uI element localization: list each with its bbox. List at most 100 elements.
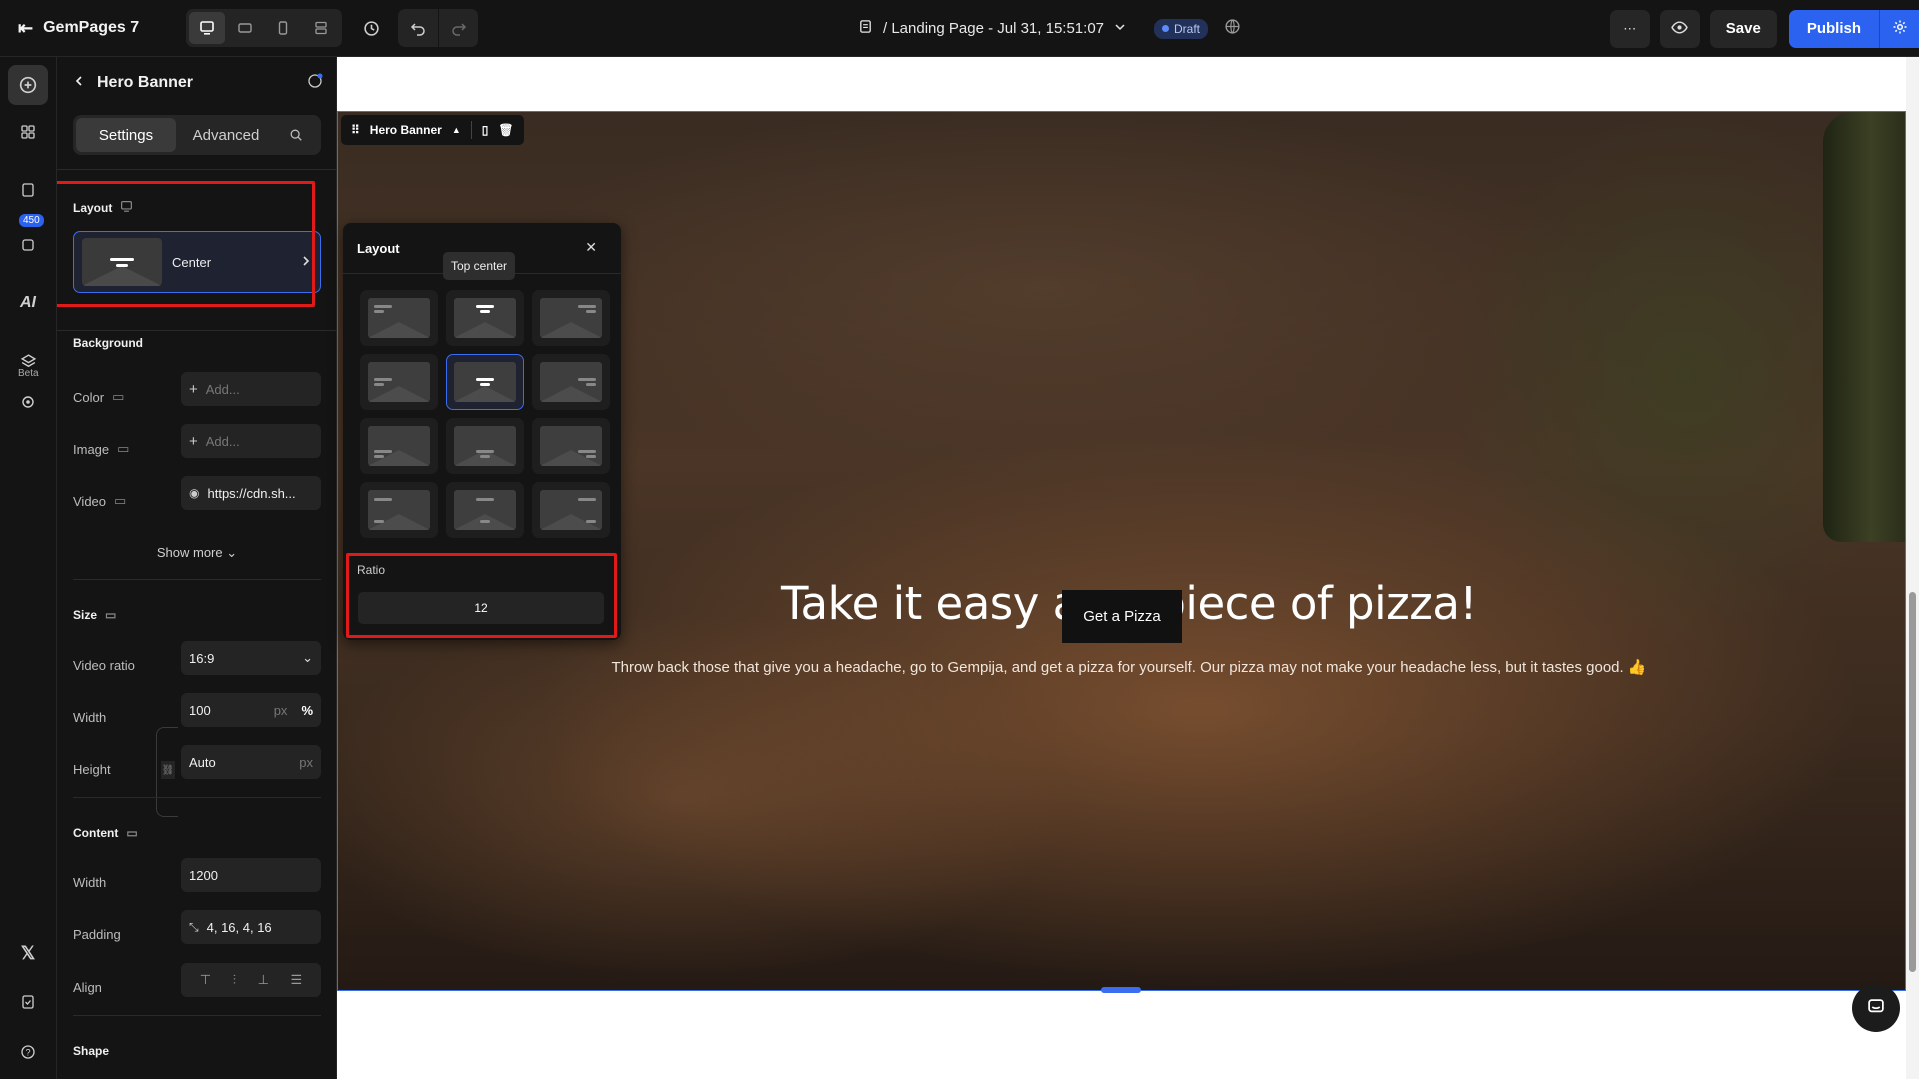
get-pizza-button[interactable]: Get a Pizza: [1062, 590, 1182, 643]
search-icon[interactable]: [276, 128, 316, 142]
chat-button[interactable]: [1852, 984, 1900, 1032]
ai-icon[interactable]: AI: [8, 283, 48, 323]
height-label: Height: [73, 762, 111, 777]
tab-settings[interactable]: Settings: [76, 118, 176, 152]
content-section-title: Content ▭: [73, 826, 138, 840]
layout-grid-icon[interactable]: [303, 12, 339, 44]
show-more-button[interactable]: Show more ⌄: [57, 545, 336, 561]
checklist-icon[interactable]: [8, 982, 48, 1022]
mobile-icon[interactable]: [265, 12, 301, 44]
sections-icon[interactable]: [8, 112, 48, 152]
caret-up-icon[interactable]: ▲: [452, 125, 461, 135]
redo-icon[interactable]: [438, 9, 478, 47]
color-label: Color ▭: [73, 389, 125, 405]
align-top-icon[interactable]: ⊤: [200, 972, 211, 988]
resize-handle[interactable]: [1101, 987, 1141, 993]
image-field[interactable]: + Add...: [181, 424, 321, 458]
size-section-title: Size ▭: [73, 608, 117, 622]
layout-option-middle-center[interactable]: [446, 354, 524, 410]
brand-kit-icon[interactable]: [8, 377, 48, 417]
eye-icon: [1671, 19, 1689, 39]
element-name[interactable]: Hero Banner: [370, 123, 442, 137]
width-input[interactable]: 100 px %: [181, 693, 321, 727]
status-dot: [1162, 25, 1170, 32]
highlight-box-layout: [57, 181, 315, 307]
panel-header: Hero Banner: [57, 57, 336, 109]
link-icon[interactable]: ⛓: [161, 761, 175, 779]
layout-option-bottom-left[interactable]: [360, 418, 438, 474]
align-bottom-icon[interactable]: ⊥: [258, 972, 269, 988]
separator: [470, 121, 472, 139]
brand-name: GemPages 7: [43, 19, 140, 36]
hero-subtitle[interactable]: Throw back those that give you a headach…: [338, 658, 1905, 676]
duplicate-icon[interactable]: ▯: [482, 123, 489, 137]
close-icon[interactable]: ✕: [585, 239, 597, 256]
popover-title: Layout: [357, 241, 400, 256]
divider: [73, 1015, 321, 1016]
video-ratio-label: Video ratio: [73, 658, 135, 673]
unit-percent[interactable]: %: [301, 703, 313, 718]
page-scrollbar[interactable]: [1906, 57, 1919, 1079]
x-logo-icon[interactable]: 𝕏: [8, 933, 48, 973]
trash-icon[interactable]: 🗑: [498, 123, 513, 137]
layout-option-top-right[interactable]: [532, 290, 610, 346]
align-middle-icon[interactable]: ⫶: [233, 972, 236, 988]
color-field[interactable]: + Add...: [181, 372, 321, 406]
scrollbar-thumb[interactable]: [1909, 592, 1916, 972]
globe-icon[interactable]: [1224, 18, 1241, 39]
layout-option-top-center[interactable]: [446, 290, 524, 346]
chat-icon: [1866, 997, 1886, 1020]
undo-icon[interactable]: [398, 9, 438, 47]
exit-icon[interactable]: ⇤: [18, 18, 33, 39]
layout-option-middle-left[interactable]: [360, 354, 438, 410]
publish-settings-button[interactable]: [1879, 9, 1919, 48]
status-badge: Draft: [1154, 18, 1209, 39]
add-element-icon[interactable]: [8, 65, 48, 105]
video-ratio-select[interactable]: 16:9 ⌄: [181, 641, 321, 675]
apps-icon[interactable]: [8, 216, 48, 256]
image-label: Image ▭: [73, 441, 130, 457]
help-icon[interactable]: ?: [8, 1032, 48, 1072]
desktop-icon: ▭: [112, 389, 125, 404]
panel-tabs: Settings Advanced: [73, 115, 321, 155]
laptop-icon[interactable]: [227, 12, 263, 44]
layout-option-bottom-center[interactable]: [446, 418, 524, 474]
plus-icon: +: [189, 432, 198, 450]
desktop-icon: ▭: [114, 493, 127, 508]
page-selector[interactable]: / Landing Page - Jul 31, 15:51:07 Draft: [858, 0, 1241, 57]
brand[interactable]: ⇤ GemPages 7: [0, 18, 180, 39]
align-stretch-icon[interactable]: ☰: [291, 972, 303, 988]
content-width-label: Width: [73, 875, 107, 890]
desktop-icon[interactable]: [189, 12, 225, 44]
publish-button[interactable]: Publish: [1788, 9, 1879, 48]
content-width-input[interactable]: 1200: [181, 858, 321, 892]
pages-icon[interactable]: [8, 170, 48, 210]
layout-option-top-left[interactable]: [360, 290, 438, 346]
height-input[interactable]: Auto px: [181, 745, 321, 779]
more-options-button[interactable]: ⋯: [1609, 9, 1650, 48]
page-title: / Landing Page - Jul 31, 15:51:07: [883, 20, 1105, 37]
video-field[interactable]: ◉ https://cdn.sh...: [181, 476, 321, 510]
divider: [73, 797, 321, 798]
back-icon[interactable]: [73, 74, 85, 92]
tooltip: Top center: [443, 252, 516, 280]
history-icon[interactable]: [352, 9, 390, 47]
desktop-icon: ▭: [126, 826, 138, 840]
more-icon: ⋯: [1623, 20, 1637, 36]
desktop-icon: ▭: [117, 441, 130, 456]
layout-option-bottom-wide-right[interactable]: [532, 482, 610, 538]
padding-input[interactable]: ⤡ 4, 16, 4, 16: [181, 910, 321, 944]
element-toolbar: ⠿ Hero Banner ▲ ▯ 🗑: [341, 115, 524, 145]
tab-advanced[interactable]: Advanced: [176, 118, 276, 152]
layout-option-bottom-wide-center[interactable]: [446, 482, 524, 538]
save-button[interactable]: Save: [1709, 9, 1777, 48]
drag-handle-icon[interactable]: ⠿: [351, 123, 360, 137]
layout-option-bottom-wide-left[interactable]: [360, 482, 438, 538]
device-switcher: [186, 9, 342, 47]
help-circle-icon[interactable]: [307, 73, 323, 94]
layout-option-bottom-right[interactable]: [532, 418, 610, 474]
preview-button[interactable]: [1659, 9, 1700, 48]
layout-option-middle-right[interactable]: [532, 354, 610, 410]
unit-px[interactable]: px: [274, 703, 288, 718]
shape-section-title: Shape: [73, 1044, 110, 1058]
